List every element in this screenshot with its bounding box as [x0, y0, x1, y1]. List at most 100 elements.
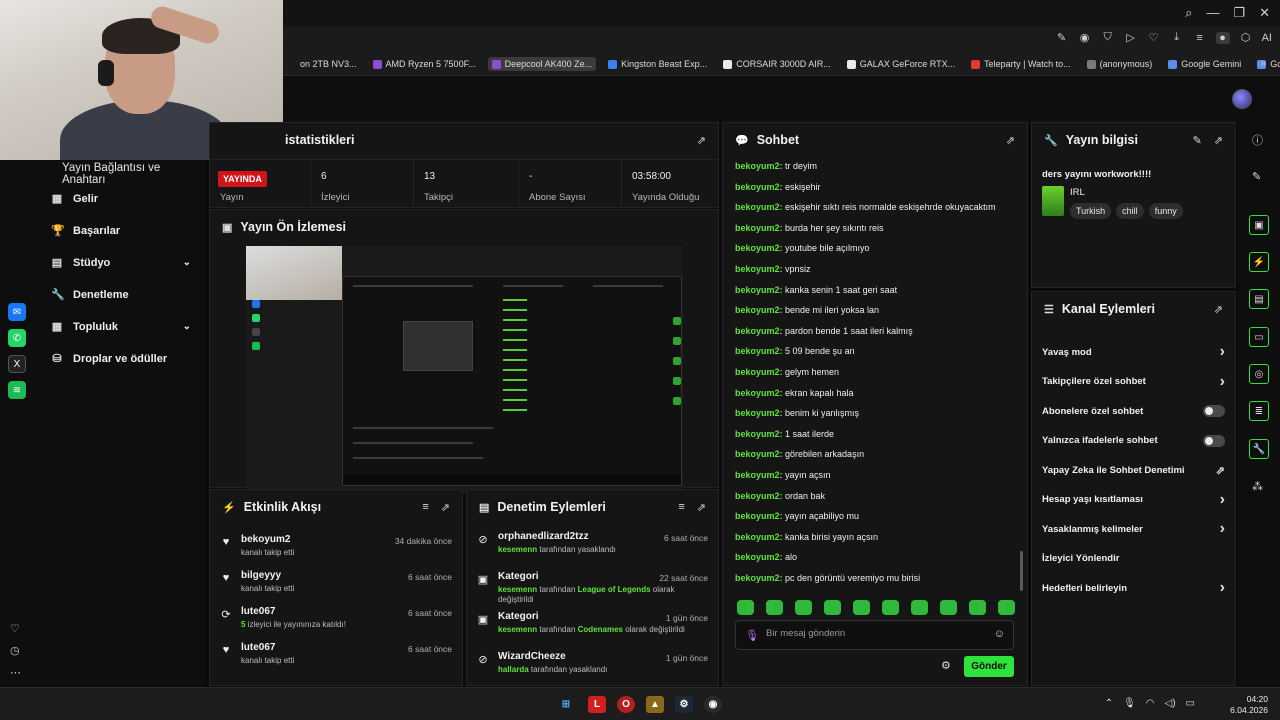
- emote-icon[interactable]: [882, 600, 899, 615]
- toggle-switch[interactable]: [1203, 405, 1225, 417]
- popout-icon[interactable]: ⇗: [697, 501, 706, 514]
- activity-item[interactable]: ⟳ lute067 5 izleyici ile yayınınıza katıld…: [220, 606, 452, 640]
- minimize-icon[interactable]: —: [1206, 5, 1219, 21]
- document-icon[interactable]: ▤: [1249, 289, 1269, 309]
- chat-username[interactable]: bekoyum2:: [735, 491, 783, 501]
- chevron-right-icon[interactable]: ›: [1220, 491, 1225, 509]
- play-icon[interactable]: ▷: [1124, 31, 1138, 44]
- battery-icon[interactable]: ▭: [1186, 698, 1195, 709]
- clock[interactable]: 04:20 6.04.2026: [1230, 694, 1268, 716]
- channel-action-item[interactable]: Yasaklanmış kelimeler ›: [1042, 518, 1225, 540]
- chevron-right-icon[interactable]: ›: [1220, 579, 1225, 597]
- chevron-up-icon[interactable]: ⌃: [1105, 698, 1113, 709]
- chat-input[interactable]: [766, 628, 986, 639]
- activity-user[interactable]: bekoyum2: [241, 534, 290, 545]
- bolt-icon[interactable]: ⚡: [1249, 252, 1269, 272]
- channel-action-item[interactable]: Hesap yaşı kısıtlaması ›: [1042, 489, 1225, 511]
- stats-shortcut-icon[interactable]: ▣: [1249, 215, 1269, 235]
- whatsapp-icon[interactable]: ✆: [8, 329, 26, 347]
- filter-icon[interactable]: ≡: [678, 501, 684, 514]
- moderation-target[interactable]: orphanedlizard2tzz: [498, 531, 589, 542]
- bookmark-item[interactable]: (anonymous): [1083, 57, 1157, 71]
- chevron-right-icon[interactable]: ›: [1220, 343, 1225, 361]
- sidebar-item[interactable]: ▦ Gelir: [51, 192, 191, 206]
- channel-action-item[interactable]: Abonelere özel sohbet: [1042, 400, 1225, 422]
- pencil-icon[interactable]: ✎: [1193, 134, 1202, 147]
- emoji-icon[interactable]: ☺: [994, 628, 1005, 640]
- chat-username[interactable]: bekoyum2:: [735, 285, 783, 295]
- chat-username[interactable]: bekoyum2:: [735, 182, 783, 192]
- chat-username[interactable]: bekoyum2:: [735, 367, 783, 377]
- chat-username[interactable]: bekoyum2:: [735, 346, 783, 356]
- menu-icon[interactable]: ≡: [1193, 32, 1207, 44]
- search-icon[interactable]: ⌕: [1185, 5, 1192, 21]
- bookmark-item[interactable]: Deepcool AK400 Ze...: [487, 57, 597, 71]
- activity-item[interactable]: ♥ lute067 kanalı takip etti 6 saat önce: [220, 642, 452, 676]
- steam-app-icon[interactable]: ⚙: [675, 696, 693, 713]
- game-app-icon[interactable]: ▲: [646, 696, 664, 713]
- chevron-down-icon[interactable]: ⌄: [183, 257, 191, 268]
- info-icon[interactable]: ⓘ: [1252, 132, 1263, 148]
- bookmark-item[interactable]: Kingston Beast Exp...: [604, 57, 711, 71]
- sidebar-item[interactable]: 🏆 Başarılar: [51, 224, 191, 238]
- activity-user[interactable]: lute067: [241, 606, 275, 617]
- bookmark-item[interactable]: GALAX GeForce RTX...: [843, 57, 959, 71]
- chat-username[interactable]: bekoyum2:: [735, 305, 783, 315]
- chat-username[interactable]: bekoyum2:: [735, 552, 783, 562]
- spotify-icon[interactable]: ≋: [8, 381, 26, 399]
- bookmark-item[interactable]: AMD Ryzen 5 7500F...: [369, 57, 480, 71]
- activity-item[interactable]: ♥ bilgeyyy kanalı takip etti 6 saat önce: [220, 570, 452, 604]
- chat-username[interactable]: bekoyum2:: [735, 429, 783, 439]
- chat-username[interactable]: bekoyum2:: [735, 326, 783, 336]
- more-icon[interactable]: ⋯: [10, 666, 21, 679]
- filter-icon[interactable]: ≡: [422, 501, 428, 514]
- chat-username[interactable]: bekoyum2:: [735, 243, 783, 253]
- activity-item[interactable]: ♥ bekoyum2 kanalı takip etti 34 dakika önce: [220, 534, 452, 568]
- extension-icon[interactable]: ⬡: [1239, 31, 1253, 44]
- microphone-icon[interactable]: 🎙: [1123, 698, 1136, 709]
- moderation-item[interactable]: ⊘ orphanedlizard2tzz kesemenn tarafından y…: [477, 531, 708, 565]
- chat-username[interactable]: bekoyum2:: [735, 223, 783, 233]
- moderation-item[interactable]: ⊘ WizardCheeze hallarda tarafından yasakla…: [477, 651, 708, 685]
- moderator-name[interactable]: kesemenn: [498, 625, 537, 634]
- activity-user[interactable]: lute067: [241, 642, 275, 653]
- windows-start-icon[interactable]: ⊞: [557, 696, 575, 713]
- emote-icon[interactable]: [824, 600, 841, 615]
- moderation-target[interactable]: Kategori: [498, 571, 539, 582]
- popout-icon[interactable]: ⇗: [1214, 134, 1223, 147]
- bookmark-item[interactable]: Google Gemini: [1253, 57, 1280, 71]
- sidebar-item[interactable]: ▦ Topluluk ⌄: [51, 320, 191, 334]
- sidebar-heading[interactable]: Yayın Bağlantısı ve Anahtarı: [62, 162, 205, 186]
- chat-username[interactable]: bekoyum2:: [735, 511, 783, 521]
- send-button[interactable]: Gönder: [964, 656, 1014, 677]
- lol-app-icon[interactable]: L: [588, 696, 606, 713]
- channel-action-item[interactable]: Yalnızca ifadelerle sohbet: [1042, 430, 1225, 452]
- toggle-switch[interactable]: [1203, 434, 1225, 447]
- x-icon[interactable]: X: [8, 355, 26, 373]
- emote-icon[interactable]: [795, 600, 812, 615]
- download-icon[interactable]: ⤓: [1170, 31, 1184, 44]
- moderation-target[interactable]: Kategori: [498, 611, 539, 622]
- bookmark-item[interactable]: CORSAIR 3000D AIR...: [719, 57, 835, 71]
- profile-icon[interactable]: ●: [1215, 31, 1230, 44]
- moderation-item[interactable]: ▣ Kategori kesemenn tarafından League of L…: [477, 571, 708, 605]
- chevron-right-icon[interactable]: ›: [1220, 520, 1225, 538]
- popout-icon[interactable]: ⇗: [1006, 134, 1015, 147]
- chat-scrollbar[interactable]: [1020, 551, 1023, 591]
- ai-button[interactable]: AI: [1262, 32, 1272, 44]
- camera-icon[interactable]: ◉: [1078, 31, 1092, 44]
- chat-username[interactable]: bekoyum2:: [735, 161, 783, 171]
- popout-icon[interactable]: ⇗: [441, 501, 450, 514]
- chat-username[interactable]: bekoyum2:: [735, 573, 783, 583]
- channel-action-item[interactable]: İzleyici Yönlendir: [1042, 548, 1225, 570]
- chat-username[interactable]: bekoyum2:: [735, 470, 783, 480]
- channel-action-item[interactable]: Takipçilere özel sohbet ›: [1042, 371, 1225, 393]
- moderator-name[interactable]: hallarda: [498, 665, 529, 674]
- add-widget-icon[interactable]: ⁂: [1252, 480, 1263, 493]
- emote-icon[interactable]: [940, 600, 957, 615]
- volume-icon[interactable]: ◁): [1165, 698, 1176, 709]
- bookmark-item[interactable]: Google Gemini: [1164, 57, 1245, 71]
- chat-username[interactable]: bekoyum2:: [735, 388, 783, 398]
- channel-action-item[interactable]: Yavaş mod ›: [1042, 341, 1225, 363]
- emote-icon[interactable]: [998, 600, 1015, 615]
